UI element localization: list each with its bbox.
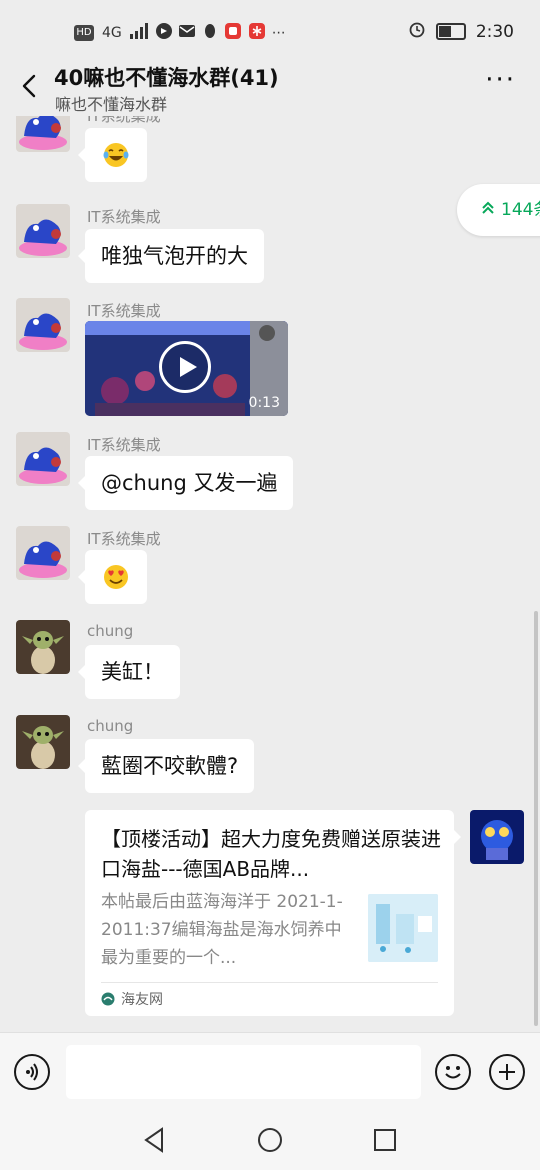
message-bubble[interactable]: @chung 又发一遍 xyxy=(77,456,294,510)
chat-header: 40嘛也不懂海水群(41) 嘛也不懂海水群 ··· xyxy=(0,62,540,116)
sender-name: chung xyxy=(87,717,134,735)
input-bar xyxy=(0,1032,540,1113)
avatar[interactable] xyxy=(16,432,70,486)
more-dots-icon: ⋯ xyxy=(271,25,286,41)
laughing-tears-emoji-icon xyxy=(103,143,129,167)
message-bubble[interactable] xyxy=(78,128,147,182)
sender-name: IT系统集成 xyxy=(87,116,161,125)
video-message[interactable]: 0:13 xyxy=(85,321,288,416)
plus-icon xyxy=(499,1064,515,1080)
link-thumbnail xyxy=(368,894,438,962)
message-bubble[interactable]: 唯独气泡开的大 xyxy=(78,229,264,283)
message-bubble[interactable] xyxy=(78,550,147,604)
avatar[interactable] xyxy=(16,204,70,258)
sender-name: IT系统集成 xyxy=(87,436,161,454)
plus-button[interactable] xyxy=(489,1054,525,1090)
new-messages-pill[interactable]: 144条新消息 xyxy=(457,184,540,236)
heart-eyes-emoji-icon xyxy=(104,565,128,589)
battery-icon xyxy=(435,23,466,40)
status-left-icons: HD 4G ⋯ xyxy=(74,22,286,44)
source-name: 海友网 xyxy=(121,992,163,1008)
message-bubble[interactable]: 美缸！ xyxy=(78,645,180,699)
app-icon xyxy=(155,23,172,43)
avatar[interactable] xyxy=(16,116,70,152)
voice-icon xyxy=(26,1063,38,1081)
emoji-button[interactable] xyxy=(435,1054,471,1090)
triangle-back-icon xyxy=(144,1127,163,1153)
nav-recent-button[interactable] xyxy=(370,1125,400,1155)
signal-icon xyxy=(129,23,150,43)
qq-icon xyxy=(202,23,218,43)
chat-area[interactable]: IT系统集成 IT系统集成 唯独气泡开的大 IT系统集成 0:13 IT系统集成… xyxy=(0,116,540,1032)
message-bubble[interactable]: 藍圈不咬軟體? xyxy=(77,739,255,793)
mail-icon xyxy=(178,23,196,43)
voice-button[interactable] xyxy=(14,1054,50,1090)
avatar[interactable] xyxy=(16,620,70,674)
nav-home-button[interactable] xyxy=(255,1125,285,1155)
more-dots-icon: ··· xyxy=(485,65,516,95)
nav-back-button[interactable] xyxy=(140,1125,170,1155)
new-messages-text: 144条新消息 xyxy=(501,200,540,220)
link-title: 【顶楼活动】超大力度免费赠送原装进口海盐---德国AB品牌... xyxy=(101,827,441,881)
square-recent-icon xyxy=(374,1129,396,1151)
sender-name: IT系统集成 xyxy=(87,530,161,548)
sender-name: IT系统集成 xyxy=(87,302,161,320)
status-bar: HD 4G ⋯ 2:30 xyxy=(0,0,540,62)
link-card[interactable]: 【顶楼活动】超大力度免费赠送原装进口海盐---德国AB品牌... 本帖最后由蓝海… xyxy=(85,810,461,1016)
message-input[interactable] xyxy=(66,1045,421,1099)
more-button[interactable]: ··· xyxy=(485,67,516,93)
source-logo-icon xyxy=(101,992,115,1006)
link-source: 海友网 xyxy=(101,989,163,1009)
video-duration: 0:13 xyxy=(248,395,280,411)
sender-name: chung xyxy=(87,622,134,640)
page-subtitle: 嘛也不懂海水群 xyxy=(55,95,168,114)
play-icon[interactable] xyxy=(159,341,211,393)
status-right: 2:30 xyxy=(408,20,514,43)
double-chevron-up-icon xyxy=(481,185,495,236)
circle-home-icon xyxy=(258,1128,282,1152)
chevron-left-icon xyxy=(22,74,36,98)
avatar[interactable] xyxy=(16,526,70,580)
huawei-icon xyxy=(248,22,266,44)
system-nav-bar xyxy=(0,1112,540,1170)
smiley-icon xyxy=(445,1066,461,1079)
avatar[interactable] xyxy=(16,298,70,352)
divider xyxy=(101,982,438,983)
back-button[interactable] xyxy=(16,68,46,104)
avatar[interactable] xyxy=(16,715,70,769)
status-time: 2:30 xyxy=(475,21,514,42)
hd-icon: HD xyxy=(74,25,94,41)
scrollbar[interactable] xyxy=(534,611,538,1026)
link-description: 本帖最后由蓝海海洋于 2021-1-2011:37编辑海盐是海水饲养中最为重要的… xyxy=(101,892,343,968)
sender-name: IT系统集成 xyxy=(87,208,161,226)
alarm-icon xyxy=(408,20,426,43)
page-title: 40嘛也不懂海水群(41) xyxy=(54,66,279,90)
network-4g-icon: 4G xyxy=(102,25,122,41)
avatar-self[interactable] xyxy=(470,810,524,864)
app-red-icon xyxy=(224,22,242,44)
